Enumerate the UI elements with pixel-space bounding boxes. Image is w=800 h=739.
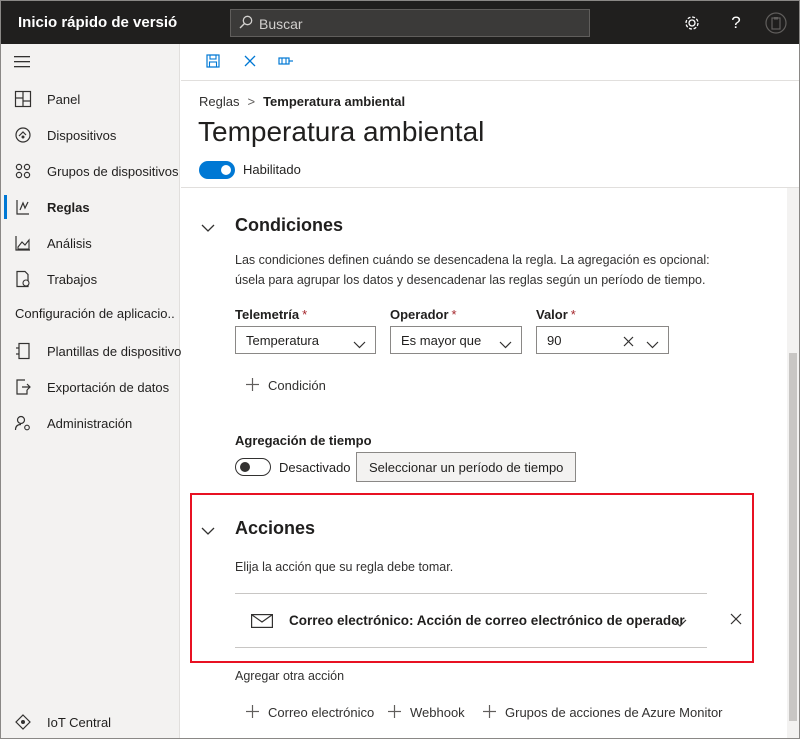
telemetry-label: Telemetría * xyxy=(235,307,308,322)
jobs-icon xyxy=(14,270,32,288)
scrollbar-thumb[interactable] xyxy=(789,353,797,721)
sidebar: Panel Dispositivos Grupos de dispositivo… xyxy=(1,44,182,738)
sidebar-item-label: Reglas xyxy=(47,200,90,215)
sidebar-section-app-config: Configuración de aplicacio... xyxy=(15,306,175,321)
collapse-actions-chevron-icon[interactable] xyxy=(201,524,215,535)
sidebar-item-devices[interactable]: Dispositivos xyxy=(1,117,179,153)
add-webhook-action-button[interactable]: Webhook xyxy=(388,704,473,722)
search-box[interactable]: Buscar xyxy=(230,9,590,37)
mail-icon xyxy=(251,614,273,631)
page-title: Temperatura ambiental xyxy=(198,116,485,147)
sidebar-item-label: Análisis xyxy=(47,236,92,251)
chevron-down-icon xyxy=(499,337,512,352)
device-templates-icon xyxy=(14,342,32,360)
rules-icon xyxy=(14,198,32,216)
add-another-action-label: Agregar otra acción xyxy=(235,669,345,683)
discard-icon[interactable] xyxy=(242,53,260,71)
top-bar: Inicio rápido de versión... Buscar ? xyxy=(1,1,799,44)
time-aggregation-label: Agregación de tiempo xyxy=(235,433,372,448)
conditions-description-line2: úsela para agrupar los datos y desencade… xyxy=(235,273,706,287)
sidebar-item-administration[interactable]: Administración xyxy=(1,405,179,441)
add-condition-button[interactable]: Condición xyxy=(246,377,346,395)
add-azure-monitor-action-button[interactable]: Grupos de acciones de Azure Monitor xyxy=(483,704,723,722)
clear-icon[interactable] xyxy=(623,335,634,350)
actions-title: Acciones xyxy=(235,518,316,538)
chevron-right-icon: > xyxy=(247,94,256,109)
action-item-label: Correo electrónico: Acción de correo ele… xyxy=(289,613,685,628)
action-item-email[interactable]: Correo electrónico: Acción de correo ele… xyxy=(235,594,707,647)
chevron-down-icon[interactable] xyxy=(646,337,659,352)
breadcrumb-parent[interactable]: Reglas xyxy=(199,94,239,109)
sidebar-item-label: Exportación de datos xyxy=(47,380,170,395)
time-aggregation-toggle-label: Desactivado xyxy=(279,460,351,475)
value-label: Valor * xyxy=(536,307,576,322)
breadcrumb-current: Temperatura ambiental xyxy=(263,94,406,109)
sidebar-item-label: Grupos de dispositivos xyxy=(47,164,179,179)
actions-description: Elija la acción que su regla debe tomar. xyxy=(235,560,454,574)
breadcrumb: Reglas > Temperatura ambiental xyxy=(199,94,405,109)
clipboard-icon[interactable] xyxy=(764,11,788,35)
sidebar-item-iot-central[interactable]: IoT Central xyxy=(1,704,179,738)
value-input[interactable]: 90 xyxy=(547,333,561,348)
sidebar-item-label: Dispositivos xyxy=(47,128,117,143)
sidebar-item-label: Plantillas de dispositivo xyxy=(47,344,182,359)
sidebar-item-panel[interactable]: Panel xyxy=(1,81,179,117)
save-icon[interactable] xyxy=(205,53,223,71)
sidebar-item-data-export[interactable]: Exportación de datos xyxy=(1,369,179,405)
divider xyxy=(235,647,707,648)
dashboard-icon xyxy=(14,90,32,108)
remove-action-close-icon[interactable] xyxy=(730,613,742,628)
telemetry-dropdown[interactable]: Temperatura xyxy=(235,326,376,354)
sidebar-item-label: IoT Central xyxy=(47,715,112,730)
operator-label: Operador * xyxy=(390,307,457,322)
telemetry-selected-value: Temperatura xyxy=(246,333,319,348)
search-input[interactable]: Buscar xyxy=(259,16,303,32)
conditions-description-line1: Las condiciones definen cuándo se desenc… xyxy=(235,253,710,267)
add-email-action-button[interactable]: Correo electrónico xyxy=(246,704,376,722)
sidebar-item-analytics[interactable]: Análisis xyxy=(1,225,179,261)
plus-icon xyxy=(246,705,259,721)
sidebar-item-label: Trabajos xyxy=(47,272,98,287)
value-combobox[interactable]: 90 xyxy=(536,326,669,354)
plus-icon xyxy=(246,378,259,394)
gear-icon[interactable] xyxy=(680,11,704,35)
sidebar-item-device-templates[interactable]: Plantillas de dispositivo xyxy=(1,333,182,369)
device-groups-icon xyxy=(14,162,32,180)
chevron-down-icon xyxy=(353,337,366,352)
select-time-period-button[interactable]: Seleccionar un período de tiempo xyxy=(356,452,577,482)
app-window: Inicio rápido de versión... Buscar ? Pan… xyxy=(0,0,800,739)
app-title[interactable]: Inicio rápido de versión... xyxy=(18,14,178,31)
sidebar-item-device-groups[interactable]: Grupos de dispositivos xyxy=(1,153,179,189)
sidebar-item-label: Administración xyxy=(47,416,133,431)
help-icon[interactable]: ? xyxy=(724,11,748,35)
hamburger-menu-icon[interactable] xyxy=(14,56,30,71)
sidebar-item-label: Panel xyxy=(47,92,81,107)
divider xyxy=(181,187,799,188)
admin-icon xyxy=(14,414,32,432)
conditions-title: Condiciones xyxy=(235,215,344,235)
analytics-icon xyxy=(14,234,32,252)
plus-icon xyxy=(388,705,401,721)
collapse-conditions-chevron-icon[interactable] xyxy=(201,221,215,232)
operator-dropdown[interactable]: Es mayor que xyxy=(390,326,522,354)
operator-selected-value: Es mayor que xyxy=(401,333,482,348)
chevron-down-icon[interactable] xyxy=(673,616,687,631)
data-export-icon xyxy=(14,378,32,396)
sidebar-item-rules[interactable]: Reglas xyxy=(1,189,179,225)
enabled-toggle-label: Habilitado xyxy=(243,162,301,177)
devices-icon xyxy=(14,126,32,144)
search-icon xyxy=(239,15,253,32)
iot-central-icon xyxy=(14,713,32,731)
test-icon[interactable] xyxy=(276,53,294,71)
enabled-toggle[interactable] xyxy=(199,161,235,179)
sidebar-item-jobs[interactable]: Trabajos xyxy=(1,261,179,297)
command-toolbar xyxy=(181,44,799,81)
plus-icon xyxy=(483,705,496,721)
time-aggregation-toggle[interactable] xyxy=(235,458,271,476)
